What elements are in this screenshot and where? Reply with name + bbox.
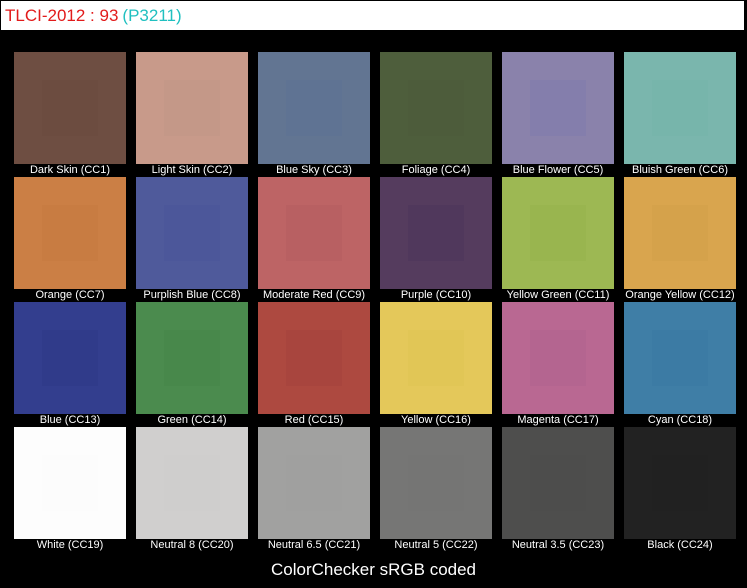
patch-label: Yellow Green (CC11) [506, 289, 610, 301]
patch-inner-swatch [408, 205, 464, 261]
patch-label: Green (CC14) [157, 414, 227, 426]
chart-caption: ColorChecker sRGB coded [270, 560, 477, 579]
tlci-score: TLCI-2012 : 93 [5, 6, 119, 25]
page-title: TLCI-2012 : 93 (P3211) [5, 5, 182, 27]
patch-inner-swatch [408, 455, 464, 511]
patch-label: Bluish Green (CC6) [632, 164, 728, 176]
patch-inner-swatch [42, 205, 98, 261]
patch-inner-swatch [164, 80, 220, 136]
patch-label: Magenta (CC17) [517, 414, 599, 426]
patch-inner-swatch [652, 455, 708, 511]
patch-swatch [136, 177, 248, 289]
patch-label: Purplish Blue (CC8) [143, 289, 241, 301]
patch-swatch [380, 52, 492, 164]
patch-swatch [624, 52, 736, 164]
patch-label: White (CC19) [36, 539, 104, 551]
patch-swatch [258, 52, 370, 164]
patch-swatch [502, 177, 614, 289]
patch-label: Dark Skin (CC1) [29, 164, 111, 176]
patch-inner-swatch [408, 80, 464, 136]
patch-inner-swatch [652, 330, 708, 386]
patch-label: Neutral 8 (CC20) [150, 539, 234, 551]
patch-swatch [136, 302, 248, 414]
patch-swatch [136, 427, 248, 539]
patch-swatch [502, 52, 614, 164]
patch-inner-swatch [652, 80, 708, 136]
patch-swatch [136, 52, 248, 164]
patch-inner-swatch [42, 330, 98, 386]
patch-inner-swatch [286, 455, 342, 511]
patch-swatch [14, 302, 126, 414]
patch-inner-swatch [530, 330, 586, 386]
patch-swatch [624, 177, 736, 289]
title-bar: TLCI-2012 : 93 (P3211) [0, 0, 745, 31]
patch-inner-swatch [164, 455, 220, 511]
patch-label: Foliage (CC4) [401, 164, 471, 176]
patch-swatch [380, 427, 492, 539]
patch-label: Purple (CC10) [400, 289, 472, 301]
patch-swatch [624, 302, 736, 414]
lamp-id: (P3211) [122, 6, 182, 25]
patch-label: Orange (CC7) [35, 289, 105, 301]
patch-label: Blue Sky (CC3) [276, 164, 352, 176]
patch-swatch [14, 177, 126, 289]
patch-swatch [258, 177, 370, 289]
patch-swatch [502, 427, 614, 539]
patch-inner-swatch [530, 205, 586, 261]
patch-label: Red (CC15) [284, 414, 344, 426]
patch-swatch [502, 302, 614, 414]
patch-label: Neutral 5 (CC22) [394, 539, 478, 551]
patch-inner-swatch [286, 330, 342, 386]
patch-label: Neutral 6.5 (CC21) [267, 539, 361, 551]
patch-label: Yellow (CC16) [401, 414, 471, 426]
patch-inner-swatch [164, 330, 220, 386]
patch-label: Orange Yellow (CC12) [625, 289, 735, 301]
patch-label: Black (CC24) [647, 539, 713, 551]
patch-swatch [624, 427, 736, 539]
patch-label: Cyan (CC18) [647, 414, 713, 426]
patch-swatch [14, 427, 126, 539]
patch-label: Blue (CC13) [39, 414, 101, 426]
patch-inner-swatch [42, 80, 98, 136]
patch-label: Blue Flower (CC5) [512, 164, 604, 176]
patch-label: Moderate Red (CC9) [262, 289, 366, 301]
patch-swatch [380, 177, 492, 289]
patch-swatch [258, 302, 370, 414]
patch-swatch [258, 427, 370, 539]
patch-inner-swatch [530, 80, 586, 136]
patch-inner-swatch [408, 330, 464, 386]
patch-label: Neutral 3.5 (CC23) [511, 539, 605, 551]
patch-swatch [380, 302, 492, 414]
patch-label: Light Skin (CC2) [151, 164, 233, 176]
patch-inner-swatch [286, 80, 342, 136]
patch-inner-swatch [42, 455, 98, 511]
patch-swatch [14, 52, 126, 164]
patch-inner-swatch [652, 205, 708, 261]
patch-inner-swatch [286, 205, 342, 261]
patch-inner-swatch [164, 205, 220, 261]
patch-inner-swatch [530, 455, 586, 511]
